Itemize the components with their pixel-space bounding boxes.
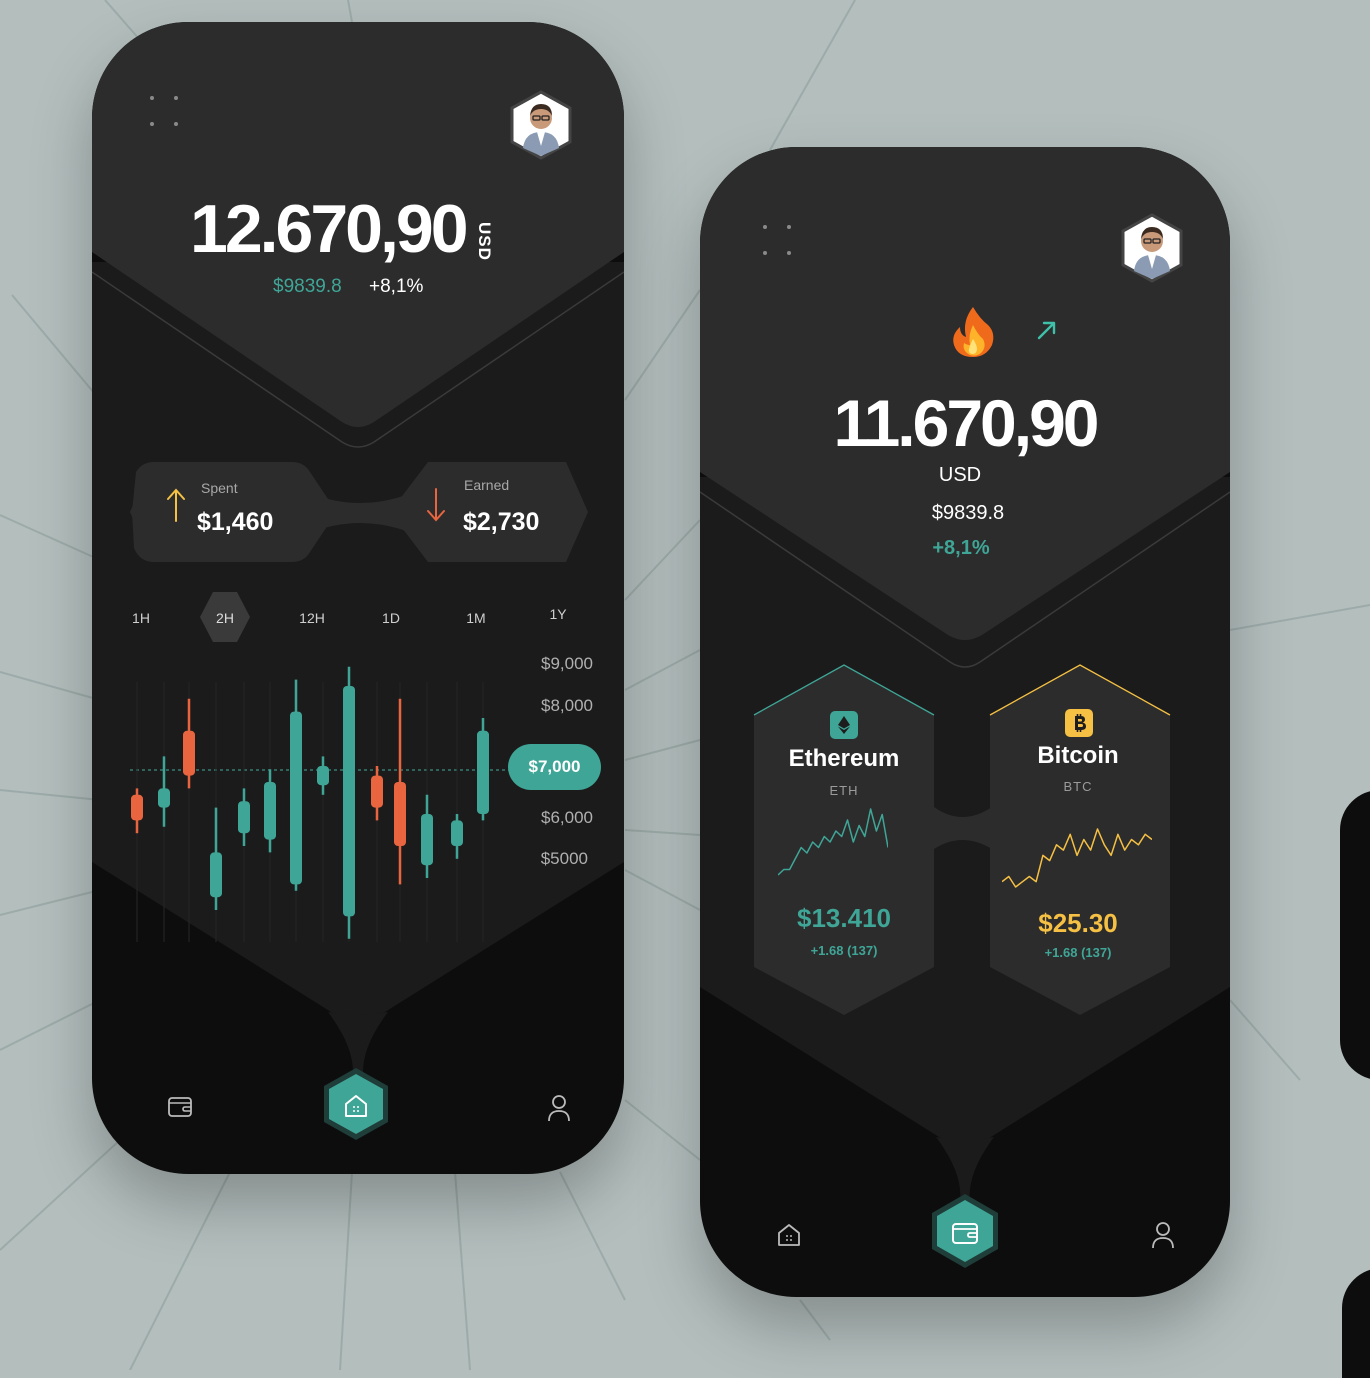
coin-symbol-btc: BTC <box>1063 779 1093 794</box>
balance-change: +8,1% <box>369 276 424 297</box>
partial-phone-edge <box>1340 790 1370 1080</box>
currency-label: USD <box>475 222 494 261</box>
ethereum-icon <box>830 711 858 739</box>
ethereum-sparkline <box>778 808 888 876</box>
coin-change-bitcoin: +1.68 (137) <box>1044 945 1112 960</box>
wallet-icon[interactable] <box>951 1220 979 1246</box>
currency-label: USD <box>938 464 982 486</box>
balance-change: +8,1% <box>932 537 990 559</box>
arrow-up-right-icon <box>1037 321 1056 340</box>
menu-icon[interactable] <box>150 96 182 128</box>
spent-label: Spent <box>201 480 238 496</box>
balance-subvalue: $9839.8 <box>931 502 1005 524</box>
bitcoin-icon <box>1065 709 1093 737</box>
bitcoin-sparkline <box>1002 828 1152 888</box>
menu-icon[interactable] <box>763 225 795 257</box>
candle-body[interactable] <box>477 730 489 814</box>
avatar[interactable] <box>1120 213 1184 283</box>
sparkline-path <box>1002 828 1152 888</box>
earned-label: Earned <box>464 477 510 493</box>
user-icon[interactable] <box>546 1093 572 1123</box>
home-icon[interactable] <box>775 1221 803 1249</box>
candle-body[interactable] <box>394 782 406 846</box>
balance-amount: 11.670,90 <box>833 386 1100 460</box>
balance-amount: 12.670,90 <box>190 191 469 267</box>
sparkline-path <box>778 808 888 876</box>
candle-body[interactable] <box>317 766 329 786</box>
earned-amount: $2,730 <box>463 508 540 536</box>
coin-change-ethereum: +1.68 (137) <box>810 943 878 958</box>
coin-price-ethereum: $13.410 <box>797 903 891 933</box>
phone-screen-chart: 12.670,90 USD $9839.8 +8,1% Spent $1,460… <box>92 22 624 1174</box>
candlestick-chart <box>131 666 489 942</box>
candle-body[interactable] <box>343 686 355 917</box>
price-label-6000: $6,000 <box>541 808 593 827</box>
coin-name-ethereum: Ethereum <box>788 745 900 772</box>
candle-body[interactable] <box>421 814 433 866</box>
phone-screen-coins: 11.670,90 USD $9839.8 +8,1% Ethereum ETH… <box>700 147 1230 1297</box>
coin-symbol-eth: ETH <box>829 783 859 798</box>
coin-name-bitcoin: Bitcoin <box>1037 742 1119 769</box>
home-icon[interactable] <box>342 1092 370 1120</box>
price-label-8000: $8,000 <box>541 696 593 715</box>
balance-subvalue: $9839.8 <box>273 276 342 297</box>
candle-body[interactable] <box>183 730 195 776</box>
price-label-9000: $9,000 <box>541 654 593 673</box>
candle-body[interactable] <box>131 794 143 821</box>
avatar[interactable] <box>509 90 573 160</box>
spent-amount: $1,460 <box>197 508 274 536</box>
current-price-pill[interactable]: $7,000 <box>508 744 601 790</box>
coin-price-bitcoin: $25.30 <box>1038 908 1118 938</box>
wallet-icon[interactable] <box>167 1095 193 1119</box>
candle-body[interactable] <box>210 852 222 898</box>
candle-body[interactable] <box>264 782 276 840</box>
user-icon[interactable] <box>1150 1220 1176 1250</box>
candle-body[interactable] <box>371 775 383 808</box>
fire-icon <box>953 307 994 357</box>
arrow-down-icon <box>427 488 445 522</box>
candle-body[interactable] <box>158 788 170 808</box>
tab-1y[interactable]: 1Y <box>538 606 578 622</box>
candle-body[interactable] <box>290 711 302 885</box>
candle-body[interactable] <box>451 820 463 846</box>
arrow-up-icon <box>167 488 185 522</box>
candle-body[interactable] <box>238 801 250 834</box>
